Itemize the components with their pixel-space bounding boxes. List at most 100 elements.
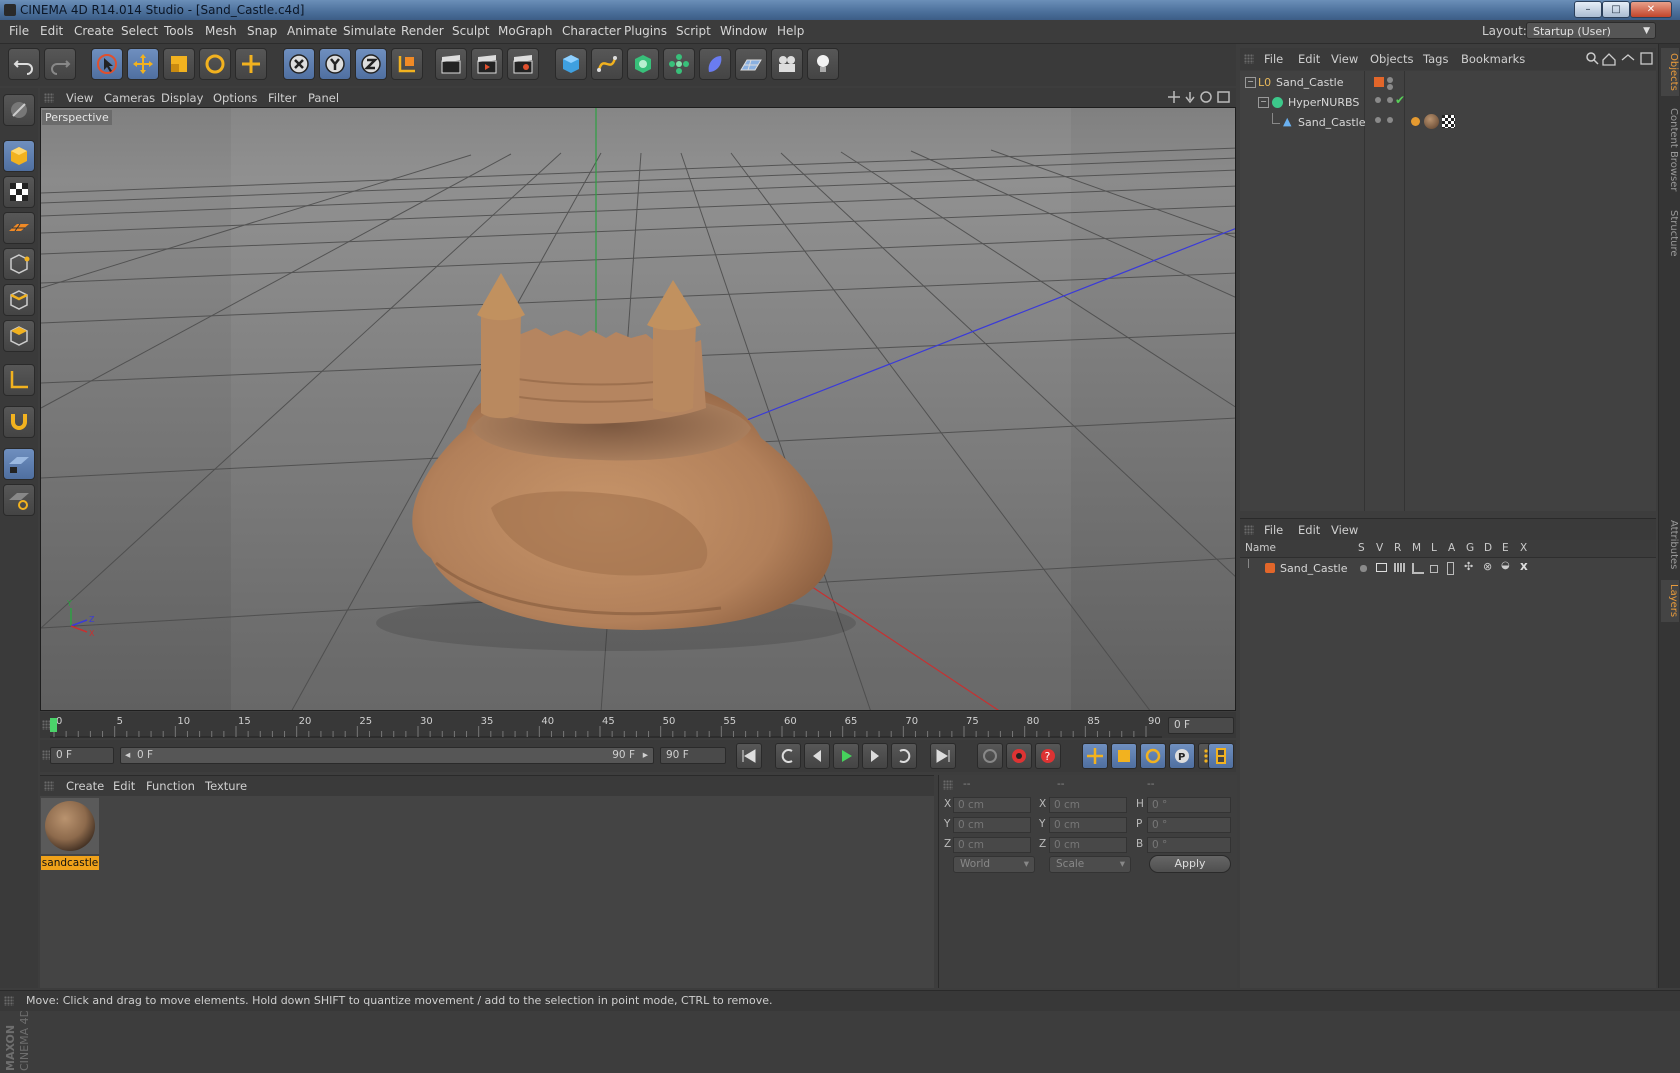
maximize-view-icon[interactable] xyxy=(1217,91,1230,103)
object-row-hypernurbs[interactable]: − HyperNURBS ✔ xyxy=(1240,93,1656,112)
apply-button[interactable]: Apply xyxy=(1149,855,1231,873)
viewport-menu-cameras[interactable]: Cameras xyxy=(104,91,155,105)
size-x-field[interactable]: 0 cm xyxy=(1049,797,1127,813)
pos-x-field[interactable]: 0 cm xyxy=(953,797,1031,813)
render-picture-viewer-button[interactable] xyxy=(471,48,503,80)
timeline-window-button[interactable] xyxy=(1208,743,1234,769)
render-settings-button[interactable] xyxy=(507,48,539,80)
object-manager-list[interactable]: − L0 Sand_Castle − HyperNURBS ✔ ▲ Sand_C… xyxy=(1240,71,1656,511)
object-menu-tags[interactable]: Tags xyxy=(1423,52,1448,66)
size-y-field[interactable]: 0 cm xyxy=(1049,817,1127,833)
menu-simulate[interactable]: Simulate xyxy=(343,24,396,38)
deformer-icon[interactable]: ⊗ xyxy=(1483,560,1492,573)
layer-manager-list[interactable]: Sand_Castle ✣ ⊗ ◒ x xyxy=(1240,558,1656,988)
menu-snap[interactable]: Snap xyxy=(247,24,277,38)
rot-p-field[interactable]: 0 ° xyxy=(1147,817,1231,833)
render-visibility-dot[interactable] xyxy=(1387,117,1393,123)
menu-select[interactable]: Select xyxy=(121,24,158,38)
editor-visibility-dot[interactable] xyxy=(1375,97,1381,103)
key-rotation-button[interactable] xyxy=(1140,743,1166,769)
close-button[interactable]: ✕ xyxy=(1630,1,1672,18)
play-button[interactable] xyxy=(833,743,859,769)
menu-character[interactable]: Character xyxy=(562,24,621,38)
panel-grip[interactable] xyxy=(1244,525,1254,535)
editor-visibility-dot[interactable] xyxy=(1375,117,1381,123)
layout-select[interactable]: Startup (User) ▼ xyxy=(1526,22,1656,39)
menu-tools[interactable]: Tools xyxy=(164,24,194,38)
y-axis-button[interactable] xyxy=(319,48,351,80)
tab-layers[interactable]: Layers xyxy=(1661,580,1679,622)
scale-tool-button[interactable] xyxy=(163,48,195,80)
phong-tag-icon[interactable] xyxy=(1411,117,1420,126)
menu-window[interactable]: Window xyxy=(720,24,767,38)
size-z-field[interactable]: 0 cm xyxy=(1049,837,1127,853)
range-right-arrow[interactable]: ▸ xyxy=(643,748,648,763)
object-menu-view[interactable]: View xyxy=(1331,52,1358,66)
panel-grip[interactable] xyxy=(4,996,14,1006)
layer-menu-edit[interactable]: Edit xyxy=(1298,523,1320,537)
coordinate-system-button[interactable] xyxy=(391,48,423,80)
menu-sculpt[interactable]: Sculpt xyxy=(452,24,489,38)
snap-button[interactable] xyxy=(3,406,35,438)
goto-end-button[interactable] xyxy=(930,743,956,769)
frame-range-slider[interactable]: ◂ 0 F 90 F ▸ xyxy=(120,747,654,764)
layer-menu-view[interactable]: View xyxy=(1331,523,1358,537)
menu-file[interactable]: File xyxy=(9,24,29,38)
object-menu-objects[interactable]: Objects xyxy=(1370,52,1413,66)
range-left-arrow[interactable]: ◂ xyxy=(125,748,130,763)
add-floor-button[interactable] xyxy=(735,48,767,80)
3d-viewport[interactable]: Y Z X Perspective xyxy=(40,107,1236,711)
recent-tool-button[interactable] xyxy=(235,48,267,80)
menu-script[interactable]: Script xyxy=(676,24,711,38)
column-generators[interactable]: G xyxy=(1466,542,1474,554)
autokey-help-button[interactable]: ? xyxy=(1035,743,1061,769)
search-icon[interactable] xyxy=(1586,52,1599,65)
next-keyframe-button[interactable] xyxy=(891,743,917,769)
column-view[interactable]: V xyxy=(1376,542,1383,554)
add-light-button[interactable] xyxy=(807,48,839,80)
planar-workplane-button[interactable] xyxy=(3,484,35,516)
texture-mode-button[interactable] xyxy=(3,176,35,208)
material-thumbnail[interactable]: sandcastle xyxy=(41,798,99,870)
viewport-menu-view[interactable]: View xyxy=(66,91,93,105)
generator-icon[interactable]: ✣ xyxy=(1464,560,1473,573)
coordinate-space-dropdown[interactable]: World ▾ xyxy=(953,856,1035,873)
menu-help[interactable]: Help xyxy=(777,24,804,38)
layer-menu-file[interactable]: File xyxy=(1264,523,1283,537)
expand-toggle-icon[interactable]: − xyxy=(1258,97,1269,108)
material-menu-function[interactable]: Function xyxy=(146,779,195,793)
material-tag-icon[interactable] xyxy=(1424,114,1439,129)
goto-start-button[interactable] xyxy=(736,743,762,769)
key-position-button[interactable] xyxy=(1082,743,1108,769)
maximize-button[interactable]: □ xyxy=(1602,1,1630,18)
z-axis-button[interactable] xyxy=(355,48,387,80)
workplane-mode-button[interactable] xyxy=(3,212,35,244)
live-selection-button[interactable] xyxy=(91,48,123,80)
end-frame-field[interactable]: 90 F xyxy=(660,747,726,764)
new-window-icon[interactable] xyxy=(1640,52,1653,65)
tab-objects[interactable]: Objects xyxy=(1661,48,1679,96)
enabled-check-icon[interactable]: ✔ xyxy=(1395,93,1405,107)
uvw-tag-icon[interactable] xyxy=(1442,115,1455,128)
rotate-view-icon[interactable] xyxy=(1200,91,1212,103)
column-deformers[interactable]: D xyxy=(1484,542,1492,554)
tab-structure[interactable]: Structure xyxy=(1661,204,1679,262)
render-view-button[interactable] xyxy=(435,48,467,80)
editor-visibility-dot[interactable] xyxy=(1387,77,1393,83)
x-axis-button[interactable] xyxy=(283,48,315,80)
panel-grip[interactable] xyxy=(1244,54,1254,64)
locked-workplane-button[interactable] xyxy=(3,448,35,480)
add-spline-button[interactable] xyxy=(591,48,623,80)
material-menu-create[interactable]: Create xyxy=(66,779,104,793)
axis-mode-button[interactable] xyxy=(3,364,35,396)
object-menu-bookmarks[interactable]: Bookmarks xyxy=(1461,52,1525,66)
layer-color-swatch[interactable] xyxy=(1374,77,1384,87)
column-expressions[interactable]: E xyxy=(1502,542,1509,554)
panel-grip[interactable] xyxy=(943,780,953,790)
rotate-tool-button[interactable] xyxy=(199,48,231,80)
render-clapboard-icon[interactable] xyxy=(1394,563,1405,572)
minimize-button[interactable]: – xyxy=(1574,1,1602,18)
lock-icon[interactable] xyxy=(1430,565,1438,573)
render-visibility-dot[interactable] xyxy=(1387,97,1393,103)
layer-row-sand-castle[interactable]: Sand_Castle ✣ ⊗ ◒ x xyxy=(1240,559,1656,578)
